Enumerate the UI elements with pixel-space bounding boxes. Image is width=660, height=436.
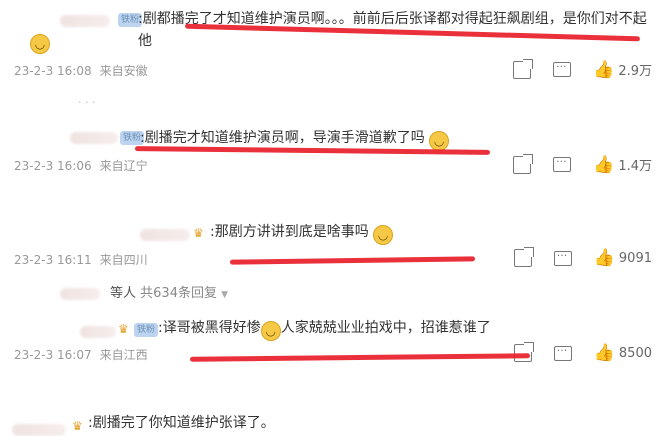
red-underline: [189, 353, 531, 362]
like-count: 1.4万: [618, 159, 652, 174]
blurred-username: [80, 326, 116, 338]
blurred-username: [70, 132, 118, 144]
blurred-username: [140, 229, 190, 241]
share-icon[interactable]: [513, 247, 534, 267]
chevron-down-icon: ▼: [221, 290, 229, 300]
like-icon[interactable]: 👍: [594, 344, 615, 362]
comment-actions: 👍 2.9万: [491, 57, 652, 79]
comment-meta: 23-2-3 16:07 来自江西: [14, 346, 148, 363]
reply-icon[interactable]: [553, 57, 572, 77]
comment-meta: 23-2-3 16:06 来自辽宁: [14, 157, 148, 174]
like-count: 8500: [618, 345, 652, 361]
replies-link[interactable]: 等人 共634条回复 ▼: [110, 282, 228, 301]
laugh-emoji-icon: ◡: [429, 131, 450, 151]
emoji-icon: ◡: [260, 321, 281, 341]
crown-icon: ♛: [193, 226, 204, 240]
comment-text-content: 人家兢兢业业拍戏中，招谁惹谁了: [280, 320, 491, 336]
comment-location: 来自江西: [99, 348, 148, 362]
crown-icon: ♛: [118, 322, 129, 336]
blurred-username: [60, 288, 100, 300]
emoji-icon: ◡: [373, 225, 394, 245]
comment-text: :译哥被黑得好惨 ◡ 人家兢兢业业拍戏中，招谁惹谁了: [158, 318, 491, 341]
replies-count: 共634条回复: [140, 286, 217, 301]
emoji-icon: ◡: [30, 34, 50, 54]
reply-icon[interactable]: [553, 341, 572, 361]
faded-text: · · ·: [78, 96, 96, 109]
comment-time: 23-2-3 16:08: [14, 64, 92, 78]
like-icon[interactable]: 👍: [594, 249, 615, 267]
share-icon[interactable]: [513, 153, 534, 174]
comment-text: :那剧方讲讲到底是啥事吗 ◡: [210, 222, 394, 245]
like-icon[interactable]: 👍: [593, 61, 614, 79]
red-underline: [229, 256, 476, 265]
comment-time: 23-2-3 16:11: [14, 253, 92, 267]
comment-text-content: :剧播完才知道维护演员啊，导演手滑道歉了吗: [140, 130, 425, 146]
comment-time: 23-2-3 16:06: [14, 159, 92, 173]
comment-text-content: :剧播完了你知道维护张译了。: [88, 415, 275, 431]
fan-badge: 铁粉: [134, 323, 159, 337]
reply-icon[interactable]: [553, 152, 572, 172]
comment-actions: 👍 1.4万: [491, 152, 652, 174]
comment-text-content: :那剧方讲讲到底是啥事吗: [210, 224, 369, 240]
replies-prefix: 等人: [110, 286, 137, 301]
comment-text-content: :译哥被黑得好惨: [158, 320, 261, 336]
share-icon[interactable]: [513, 58, 534, 79]
blurred-username: [12, 424, 66, 436]
like-count: 9091: [618, 250, 652, 266]
like-count: 2.9万: [618, 64, 652, 79]
blurred-username: [60, 15, 110, 27]
comment-location: 来自四川: [99, 253, 148, 267]
comment-actions: 👍 9091: [492, 246, 652, 267]
reply-icon[interactable]: [553, 246, 572, 266]
crown-icon: ♛: [72, 419, 83, 433]
comment-location: 来自辽宁: [99, 159, 148, 173]
comment-meta: 23-2-3 16:11 来自四川: [14, 251, 148, 268]
comment-time: 23-2-3 16:07: [14, 348, 92, 362]
comment-location: 来自安徽: [99, 64, 148, 78]
like-icon[interactable]: 👍: [593, 156, 614, 174]
comment-text: :剧播完了你知道维护张译了。: [88, 413, 275, 433]
comment-meta: 23-2-3 16:08 来自安徽: [14, 62, 148, 79]
